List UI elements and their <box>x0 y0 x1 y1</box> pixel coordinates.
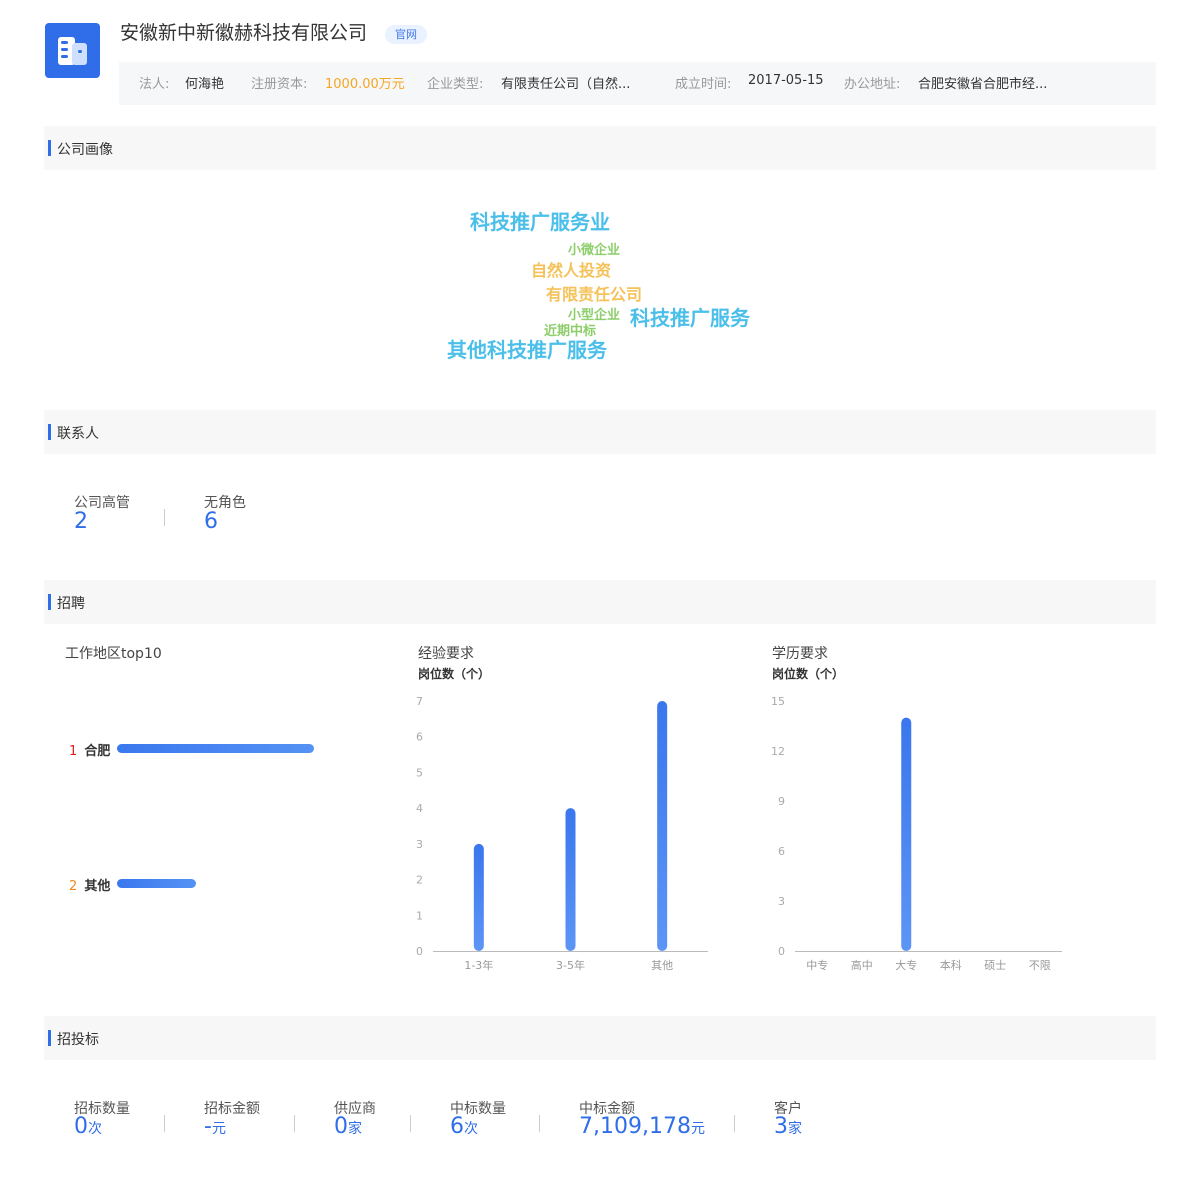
divider <box>410 1115 411 1132</box>
y-tick-label: 6 <box>416 731 423 744</box>
y-tick-label: 1 <box>416 909 423 922</box>
divider <box>164 1115 165 1132</box>
divider <box>539 1115 540 1132</box>
y-tick-label: 2 <box>416 874 423 887</box>
office-address-value: 合肥安徽省合肥市经... <box>918 77 1048 92</box>
tag-word: 其他科技推广服务 <box>447 338 607 362</box>
region-chart-title: 工作地区top10 <box>65 646 162 662</box>
y-tick-label: 7 <box>416 695 423 708</box>
y-tick-label: 3 <box>416 838 423 851</box>
region-rank-number: 1 <box>69 744 78 759</box>
legal-person-value[interactable]: 何海艳 <box>185 73 224 92</box>
x-tick-label: 硕士 <box>984 959 1006 972</box>
divider <box>164 509 165 526</box>
region-rank-number: 2 <box>69 879 78 894</box>
bar[interactable] <box>657 701 668 951</box>
education-chart-unit: 岗位数（个） <box>772 667 845 681</box>
section-header-bidding: 招投标 <box>44 1016 1156 1060</box>
region-name: 合肥 <box>84 744 111 759</box>
divider <box>294 1115 295 1132</box>
x-tick-label: 其他 <box>651 959 673 972</box>
section-header-recruit: 招聘 <box>44 580 1156 624</box>
company-type-value: 有限责任公司（自然... <box>501 77 631 92</box>
win-count-value[interactable]: 6次 <box>450 1114 478 1139</box>
x-tick-label: 高中 <box>851 958 873 972</box>
no-role-count[interactable]: 6 <box>204 509 218 534</box>
bar[interactable] <box>565 808 576 951</box>
x-tick-label: 1-3年 <box>464 958 493 972</box>
region-bar <box>117 744 314 753</box>
company-type-label: 企业类型: <box>427 77 484 92</box>
section-header-contacts: 联系人 <box>44 410 1156 454</box>
legal-person-label: 法人: <box>139 77 170 92</box>
office-address-label: 办公地址: <box>844 77 901 92</box>
y-tick-label: 12 <box>771 745 785 758</box>
section-title: 联系人 <box>57 426 99 442</box>
tag-word: 有限责任公司 <box>546 285 643 304</box>
experience-bar-chart: 0 1 2 3 4 5 6 7 1-3年 3-5年 其他 <box>416 695 708 972</box>
official-site-badge[interactable]: 官网 <box>385 25 427 44</box>
experience-chart-unit: 岗位数（个） <box>418 667 491 681</box>
section-title: 招投标 <box>57 1032 99 1048</box>
x-tick-label: 大专 <box>895 958 917 972</box>
registered-capital-value: 1000.00万元 <box>325 77 405 92</box>
y-tick-label: 15 <box>771 695 785 708</box>
education-bar-chart: 0 3 6 9 12 15 中专 高中 大专 本科 硕士 不限 <box>771 695 1062 972</box>
registered-capital-label: 注册资本: <box>251 77 308 92</box>
section-title: 招聘 <box>57 596 85 612</box>
customer-value[interactable]: 3家 <box>774 1114 802 1139</box>
y-tick-label: 6 <box>778 845 785 858</box>
executives-count[interactable]: 2 <box>74 509 88 534</box>
win-amount-value[interactable]: 7,109,178元 <box>579 1114 705 1139</box>
bar[interactable] <box>901 717 912 951</box>
bar[interactable] <box>473 843 484 951</box>
y-tick-label: 9 <box>778 795 785 808</box>
x-tick-label: 不限 <box>1029 959 1051 972</box>
tag-word: 科技推广服务业 <box>470 210 610 234</box>
y-tick-label: 0 <box>416 945 423 958</box>
y-tick-label: 0 <box>778 945 785 958</box>
y-tick-label: 5 <box>416 766 423 779</box>
section-header-portrait: 公司画像 <box>44 126 1156 170</box>
tag-word: 科技推广服务 <box>630 306 750 330</box>
company-name: 安徽新中新徽赫科技有限公司 <box>120 22 368 44</box>
region-bar <box>117 879 196 888</box>
region-name: 其他 <box>84 879 111 894</box>
x-tick-label: 本科 <box>940 958 962 972</box>
bid-amount-value[interactable]: -元 <box>204 1114 226 1139</box>
founded-date-value: 2017-05-15 <box>748 73 824 88</box>
section-title: 公司画像 <box>57 142 113 158</box>
bid-count-value[interactable]: 0次 <box>74 1114 102 1139</box>
experience-chart-title: 经验要求 <box>418 646 474 662</box>
y-tick-label: 3 <box>778 895 785 908</box>
x-tick-label: 中专 <box>806 958 828 972</box>
y-tick-label: 4 <box>416 802 423 815</box>
education-chart-title: 学历要求 <box>772 646 828 662</box>
supplier-value[interactable]: 0家 <box>334 1114 362 1139</box>
company-logo <box>45 23 100 78</box>
founded-date-label: 成立时间: <box>675 77 732 92</box>
tag-word: 小微企业 <box>568 243 621 258</box>
divider <box>734 1115 735 1132</box>
tag-word: 自然人投资 <box>531 261 612 280</box>
x-tick-label: 3-5年 <box>556 958 585 972</box>
building-icon <box>58 37 87 65</box>
